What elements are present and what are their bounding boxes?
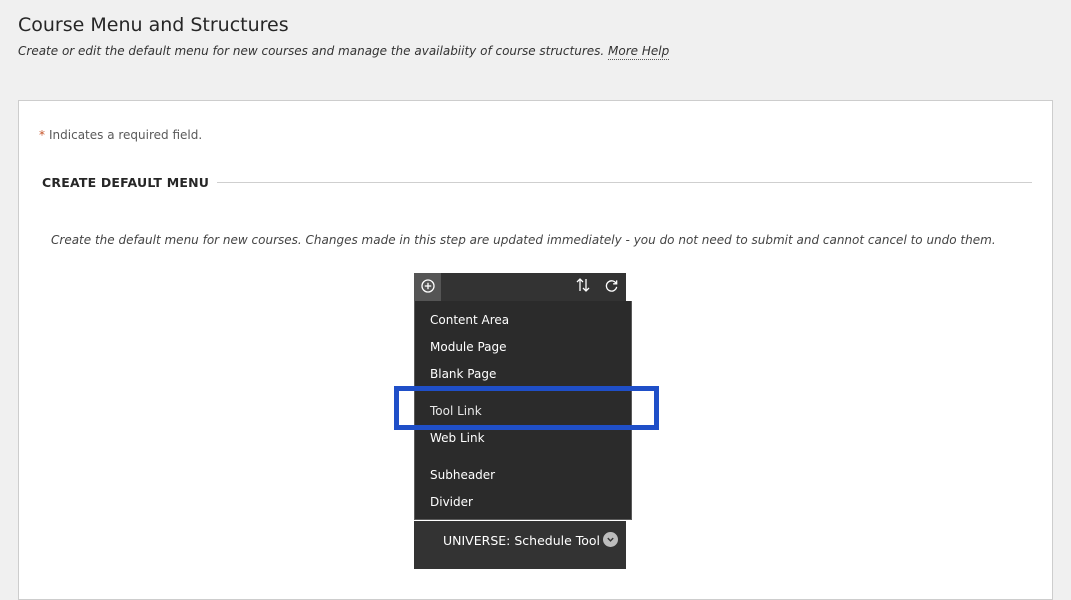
section-divider — [217, 182, 1032, 183]
required-field-note: * Indicates a required field. — [39, 128, 202, 142]
section-heading: CREATE DEFAULT MENU — [42, 175, 210, 190]
course-menu-toolbar — [414, 273, 626, 301]
page-title: Course Menu and Structures — [18, 14, 289, 36]
menu-option-divider[interactable]: Divider — [430, 495, 473, 509]
required-star: * — [39, 128, 45, 142]
page-description-text: Create or edit the default menu for new … — [18, 44, 605, 58]
add-menu-item-button[interactable] — [414, 273, 441, 301]
refresh-button[interactable] — [600, 273, 622, 301]
more-help-link[interactable]: More Help — [608, 44, 670, 60]
default-menu-panel: * Indicates a required field. CREATE DEFA… — [18, 100, 1053, 600]
refresh-icon — [604, 278, 619, 297]
reorder-icon — [575, 277, 591, 297]
menu-option-content-area[interactable]: Content Area — [430, 313, 509, 327]
add-menu-item-icon — [420, 278, 435, 297]
instructions-text: Create the default menu for new courses.… — [51, 233, 996, 247]
course-menu-entry-label[interactable]: UNIVERSE: Schedule Tool — [443, 533, 600, 548]
course-menu-entry[interactable]: UNIVERSE: Schedule Tool — [414, 521, 626, 569]
chevron-down-icon[interactable] — [603, 532, 618, 547]
menu-option-web-link[interactable]: Web Link — [430, 431, 485, 445]
menu-option-blank-page[interactable]: Blank Page — [430, 367, 496, 381]
page-description: Create or edit the default menu for new … — [18, 44, 670, 60]
required-note-text: Indicates a required field. — [49, 128, 203, 142]
tool-link-highlight — [394, 386, 659, 430]
menu-option-subheader[interactable]: Subheader — [430, 468, 495, 482]
reorder-button[interactable] — [572, 273, 594, 301]
menu-option-module-page[interactable]: Module Page — [430, 340, 507, 354]
